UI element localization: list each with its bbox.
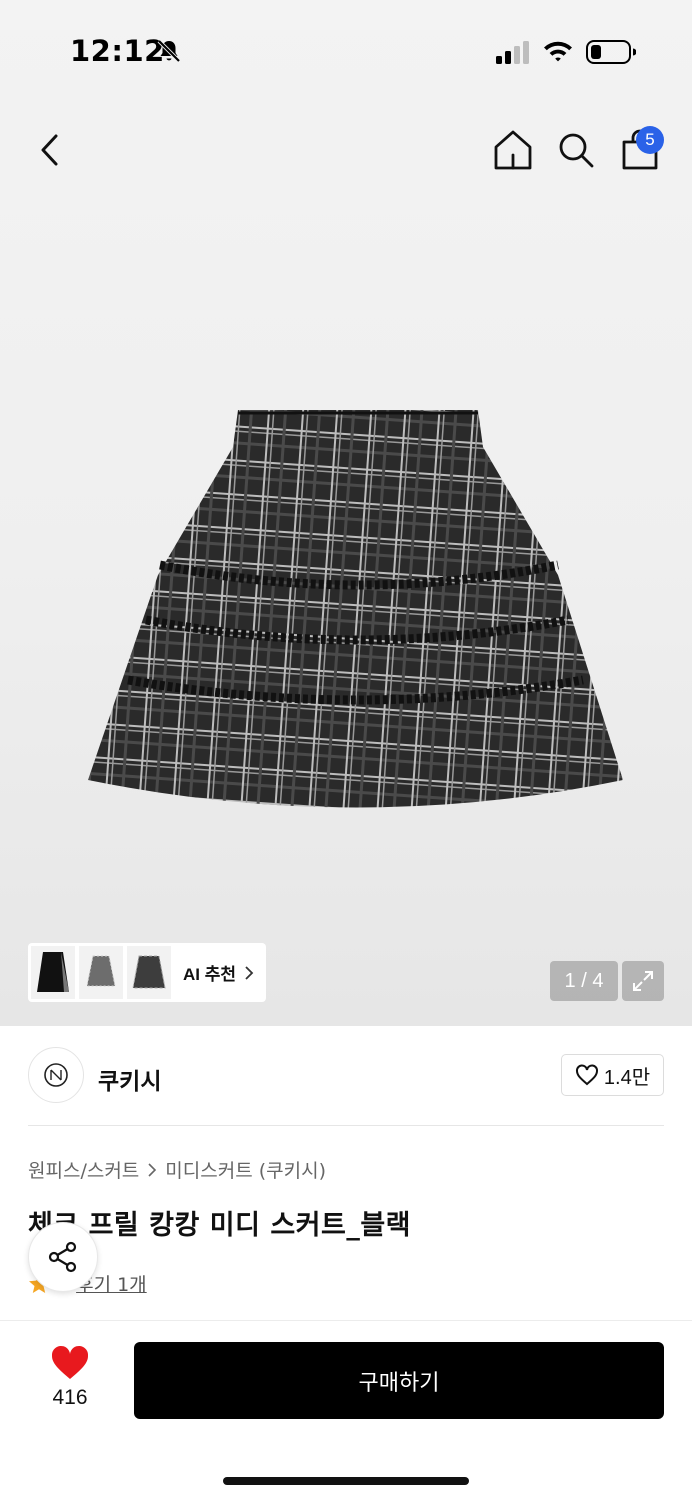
chevron-right-icon	[148, 1162, 157, 1177]
brand-logo-mark	[44, 1063, 68, 1087]
back-arrow-icon[interactable]	[32, 130, 72, 170]
wish-count: 416	[52, 1386, 88, 1409]
chevron-right-icon	[245, 965, 254, 980]
ai-thumb-2[interactable]	[79, 946, 123, 999]
brand-logo[interactable]	[28, 1047, 84, 1103]
heart-filled-icon[interactable]	[50, 1345, 90, 1381]
breadcrumb: 원피스/스커트 미디스커트 (쿠키시)	[28, 1156, 326, 1183]
brand-name[interactable]: 쿠키시	[98, 1062, 161, 1096]
ai-thumb-3[interactable]	[127, 946, 171, 999]
home-indicator	[223, 1477, 469, 1485]
share-button[interactable]	[28, 1222, 98, 1292]
product-image-area[interactable]: 12:12 5 AI 추천 1 / 4	[0, 0, 692, 1026]
breadcrumb-category[interactable]: 원피스/스커트	[28, 1156, 139, 1183]
wifi-icon	[544, 41, 572, 62]
cart-count-badge: 5	[636, 126, 664, 154]
breadcrumb-subcategory[interactable]: 미디스커트 (쿠키시)	[165, 1156, 326, 1183]
brand-like-count: 1.4만	[603, 1066, 651, 1089]
share-icon	[48, 1241, 77, 1273]
expand-image-button[interactable]	[622, 961, 664, 1001]
bell-off-icon	[157, 39, 181, 63]
ai-recommend-label: AI 추천	[183, 965, 237, 984]
bottom-bar-divider	[0, 1320, 692, 1321]
buy-button[interactable]: 구매하기	[134, 1342, 664, 1419]
ai-thumb-1[interactable]	[31, 946, 75, 999]
brand-like-button[interactable]: 1.4만	[561, 1054, 664, 1096]
cellular-signal-icon	[496, 41, 529, 64]
home-icon[interactable]	[492, 128, 534, 172]
divider	[28, 1125, 664, 1126]
image-page-counter: 1 / 4	[550, 961, 618, 1001]
ai-recommend-strip[interactable]: AI 추천	[28, 943, 266, 1002]
search-icon[interactable]	[556, 130, 596, 170]
status-time: 12:12	[70, 34, 165, 68]
heart-outline-icon	[575, 1064, 598, 1086]
skirt-product-image[interactable]	[88, 405, 628, 825]
expand-icon	[633, 971, 653, 991]
battery-icon	[586, 40, 636, 64]
